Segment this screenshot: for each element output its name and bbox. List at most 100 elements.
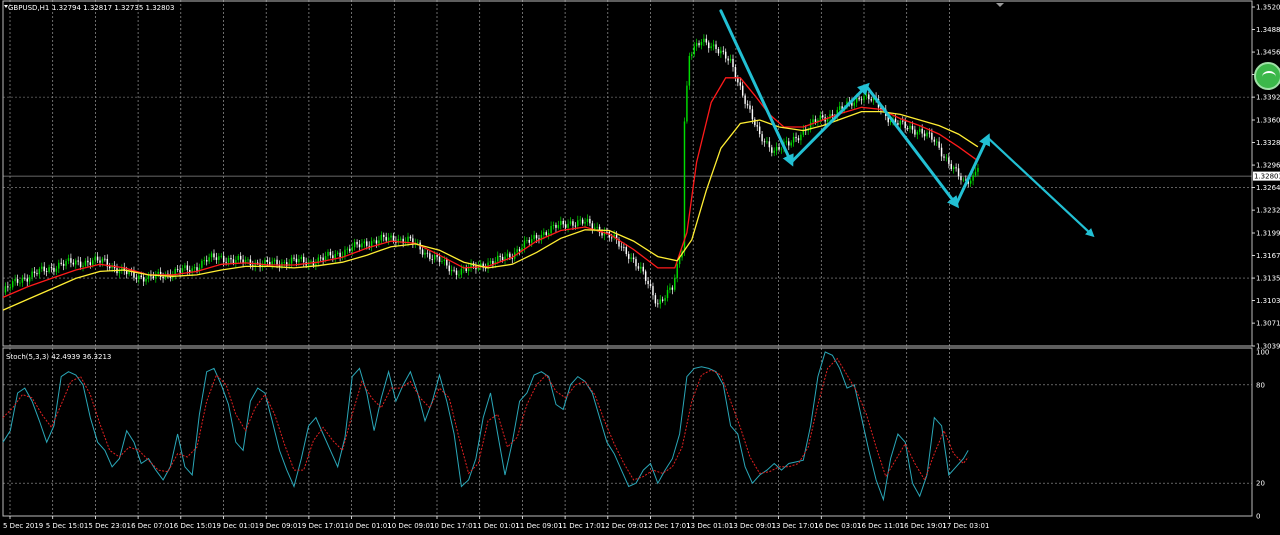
candle-body	[797, 138, 800, 141]
candle-body	[358, 244, 361, 248]
stoch-tick-label: 80	[1256, 381, 1265, 389]
candle-body	[676, 264, 678, 278]
candle-body	[923, 133, 926, 137]
stoch-tick-label: 0	[1256, 513, 1260, 521]
candle-body	[771, 147, 773, 153]
candle-body	[589, 218, 591, 224]
candle-body	[499, 255, 501, 257]
candle-body	[560, 220, 562, 226]
candle-body	[448, 265, 450, 272]
candle-body	[853, 102, 855, 106]
candle-body	[596, 226, 598, 228]
candle-body	[860, 99, 863, 101]
candle-body	[763, 141, 766, 143]
candle-body	[948, 157, 950, 164]
candle-body	[756, 125, 758, 127]
candle-body	[640, 266, 642, 269]
candle-body	[509, 253, 511, 258]
candle-body	[416, 242, 419, 244]
time-tick-label: 16 Dec 11:01	[857, 522, 904, 530]
candle-body	[375, 240, 378, 244]
candle-body	[450, 269, 453, 272]
candle-body	[290, 257, 293, 264]
time-tick-label: 12 Dec 17:01	[644, 522, 691, 530]
candle-body	[334, 254, 336, 259]
candle-body	[58, 262, 60, 269]
candle-body	[683, 121, 686, 252]
candle-body	[368, 245, 370, 247]
candle-body	[758, 126, 761, 135]
candle-body	[283, 262, 286, 263]
candle-body	[142, 277, 145, 282]
candle-body	[868, 94, 870, 100]
candle-body	[586, 218, 589, 222]
price-tick-label: 1.33600	[1256, 117, 1280, 125]
candle-body	[611, 237, 613, 239]
candle-body	[455, 270, 458, 275]
candle-body	[547, 233, 550, 235]
candle-body	[230, 258, 232, 260]
candle-body	[383, 234, 385, 237]
candle-body	[700, 42, 703, 46]
current-price-marker: 1.32803	[1253, 171, 1280, 181]
price-tick-label: 1.30715	[1256, 320, 1280, 328]
candle-body	[363, 241, 366, 244]
candle-body	[729, 58, 732, 61]
candle-body	[921, 128, 923, 134]
candle-body	[373, 240, 375, 242]
forecast-arrow	[986, 136, 1095, 238]
candle-body	[800, 134, 802, 141]
stochastic-lines	[2, 351, 969, 502]
chart-shift-triangle-icon[interactable]	[996, 3, 1004, 7]
candle-body	[235, 260, 237, 264]
trade-status-icon[interactable]	[1254, 62, 1280, 90]
candle-body	[749, 105, 751, 110]
candle-body	[530, 239, 533, 243]
candle-body	[974, 171, 977, 176]
candle-body	[38, 268, 41, 275]
candle-body	[193, 267, 196, 269]
candle-body	[215, 257, 218, 260]
candle-body	[26, 278, 28, 282]
candle-body	[960, 176, 962, 181]
candle-body	[904, 121, 906, 129]
candle-body	[957, 168, 960, 177]
candle-body	[780, 148, 783, 150]
candle-body	[969, 180, 972, 184]
candle-body	[906, 128, 909, 129]
candle-body	[933, 139, 936, 142]
candle-body	[344, 249, 346, 257]
candle-body	[138, 275, 140, 280]
candle-body	[118, 270, 121, 274]
candle-body	[746, 103, 749, 106]
candle-body	[928, 132, 931, 134]
candle-body	[247, 259, 249, 261]
candle-body	[16, 278, 19, 283]
candle-body	[356, 241, 358, 245]
chart-area[interactable]: 1.352051.348851.345651.342451.339251.336…	[0, 0, 1280, 535]
candle-body	[555, 224, 557, 228]
candle-body	[196, 267, 198, 271]
candle-body	[19, 282, 21, 284]
candle-body	[181, 268, 184, 273]
candle-body	[952, 167, 955, 170]
candle-body	[62, 263, 65, 266]
pattern-arrow	[789, 82, 870, 164]
time-axis[interactable]: 5 Dec 2019 5 Dec 15:01 5 Dec 23:01 6 Dec 07…	[3, 516, 989, 530]
candle-body	[232, 259, 235, 264]
candle-body	[67, 258, 70, 261]
price-tick-label: 1.32640	[1256, 184, 1280, 192]
candle-body	[157, 271, 159, 274]
candle-body	[7, 286, 9, 288]
candle-body	[433, 255, 436, 260]
candle-body	[897, 123, 899, 125]
price-tick-label: 1.35205	[1256, 4, 1280, 12]
candle-body	[390, 235, 392, 238]
candle-body	[720, 50, 722, 54]
candle-body	[591, 223, 594, 230]
time-tick-label: 6 Dec 15:01	[174, 522, 217, 530]
candle-body	[788, 141, 790, 146]
candle-body	[935, 141, 938, 143]
candle-body	[552, 224, 555, 227]
candle-body	[409, 236, 412, 239]
